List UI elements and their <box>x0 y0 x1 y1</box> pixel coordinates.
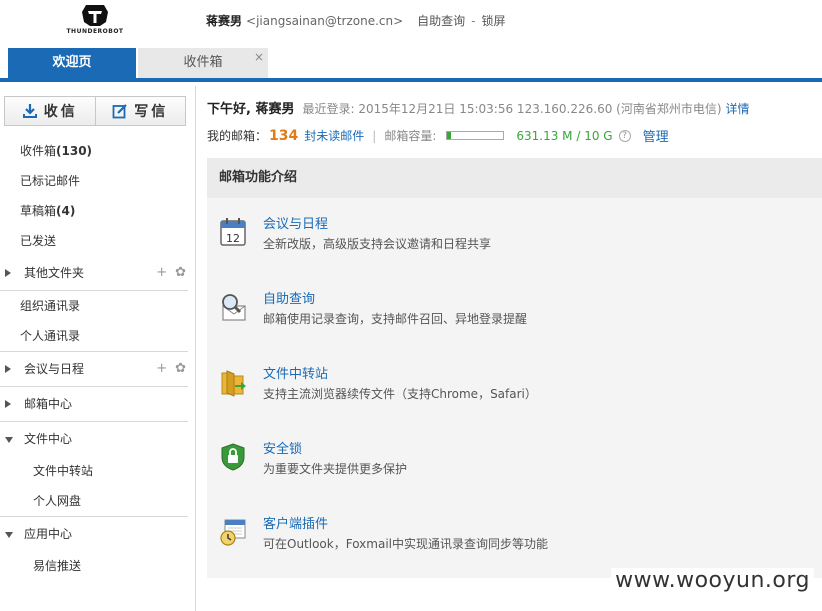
feature-desc: 可在Outlook，Foxmail中实现通讯录查询同步等功能 <box>263 537 548 551</box>
meetings-label: 会议与日程 <box>24 362 85 376</box>
feature-title[interactable]: 自助查询 <box>263 288 315 307</box>
drafts-label: 草稿箱 <box>20 204 57 218</box>
magnifier-mail-icon <box>222 294 246 321</box>
self-query-link[interactable]: 自助查询 <box>417 14 465 28</box>
gear-icon[interactable]: ✿ <box>175 361 186 376</box>
sidebar-nav: 收件箱(130) 已标记邮件 草稿箱(4) 已发送 其他文件夹 + ✿ 组织通讯录… <box>0 136 196 581</box>
sidebar-item-inbox[interactable]: 收件箱(130) <box>0 136 196 166</box>
sidebar-folder-app-center[interactable]: 应用中心 <box>0 517 196 551</box>
capacity-progress-bar <box>446 131 505 140</box>
sidebar-item-personal-contacts[interactable]: 个人通讯录 <box>0 321 196 351</box>
drafts-count: (4) <box>56 204 76 218</box>
lock-screen-link[interactable]: 锁屏 <box>482 14 506 28</box>
mailbox-label: 我的邮箱： <box>207 129 268 143</box>
sidebar-item-personal-disk[interactable]: 个人网盘 <box>0 486 196 516</box>
svg-text:12: 12 <box>226 232 240 245</box>
expand-icon[interactable] <box>5 269 11 277</box>
sidebar-item-sent[interactable]: 已发送 <box>0 226 196 256</box>
capacity-progress-fill <box>447 132 451 139</box>
tab-bar: 欢迎页 收件箱 × <box>0 48 822 82</box>
expand-icon[interactable] <box>5 400 11 408</box>
edit-icon <box>112 104 128 119</box>
feature-title[interactable]: 文件中转站 <box>263 363 328 382</box>
user-email: <jiangsainan@trzone.cn> <box>246 14 404 28</box>
close-icon[interactable]: × <box>254 42 264 72</box>
feature-panel: 邮箱功能介绍 12 会议与日程 全新改版，高级版支持会议邀请和日程共享 自助查询… <box>207 158 822 578</box>
feature-item: 自助查询 邮箱使用记录查询，支持邮件召回、异地登录提醒 <box>207 288 822 348</box>
compose-bar: 收信 写信 <box>4 96 186 126</box>
other-folders-label: 其他文件夹 <box>24 266 85 280</box>
thunderobot-logo[interactable]: THUNDEROBOT <box>60 2 130 38</box>
feature-item: 安全锁 为重要文件夹提供更多保护 <box>207 438 822 498</box>
feature-desc: 为重要文件夹提供更多保护 <box>263 462 408 476</box>
mail-center-label: 邮箱中心 <box>24 397 73 411</box>
tab-inbox[interactable]: 收件箱 × <box>138 48 268 78</box>
tab-welcome[interactable]: 欢迎页 <box>8 48 136 78</box>
user-info: 蒋赛男 <jiangsainan@trzone.cn> 自助查询 - 锁屏 <box>206 12 506 29</box>
sidebar-item-starred[interactable]: 已标记邮件 <box>0 166 196 196</box>
sidebar-folder-mail-center[interactable]: 邮箱中心 <box>0 387 196 421</box>
collapse-icon[interactable] <box>5 437 13 443</box>
header-separator: - <box>471 14 476 28</box>
greeting-line: 下午好, 蒋赛男 最近登录: 2015年12月21日 15:03:56 123.1… <box>207 98 750 117</box>
folder-arrow-icon <box>221 370 246 397</box>
file-center-label: 文件中心 <box>24 432 73 446</box>
separator: | <box>372 128 377 143</box>
sidebar-item-org-contacts[interactable]: 组织通讯录 <box>0 291 196 321</box>
sidebar-folder-other[interactable]: 其他文件夹 + ✿ <box>0 256 196 290</box>
sidebar-item-file-transfer[interactable]: 文件中转站 <box>0 456 196 486</box>
feature-desc: 全新改版，高级版支持会议邀请和日程共享 <box>263 237 492 251</box>
unread-link[interactable]: 封未读邮件 <box>304 127 364 144</box>
sidebar-folder-meetings[interactable]: 会议与日程 + ✿ <box>0 352 196 386</box>
gear-icon[interactable]: ✿ <box>175 265 186 280</box>
help-icon[interactable]: ? <box>618 129 631 142</box>
manage-link[interactable]: 管理 <box>643 126 669 145</box>
add-icon[interactable]: + <box>156 361 167 376</box>
download-icon <box>22 104 37 118</box>
calendar-icon: 12 <box>220 218 246 246</box>
app-center-label: 应用中心 <box>24 527 73 541</box>
collapse-icon[interactable] <box>5 532 13 538</box>
receive-label: 收信 <box>43 104 78 120</box>
sidebar-item-drafts[interactable]: 草稿箱(4) <box>0 196 196 226</box>
receive-button[interactable]: 收信 <box>5 97 95 125</box>
unread-count[interactable]: 134 <box>269 128 298 144</box>
mailbox-summary: 我的邮箱： 134 封未读邮件 | 邮箱容量: 631.13 M / 10 G … <box>207 126 669 146</box>
capacity-text: 631.13 M / 10 G <box>516 128 613 143</box>
feature-item: 文件中转站 支持主流浏览器续传文件（支持Chrome，Safari） <box>207 363 822 423</box>
watermark: www.wooyun.org <box>611 568 814 593</box>
inbox-count: (130) <box>56 144 93 158</box>
feature-title[interactable]: 会议与日程 <box>263 213 328 232</box>
greeting: 下午好, 蒋赛男 <box>207 102 295 117</box>
add-icon[interactable]: + <box>156 265 167 280</box>
sidebar: 收信 写信 收件箱(130) 已标记邮件 草稿箱(4) 已发送 其他文件夹 + ✿… <box>0 86 196 611</box>
sidebar-folder-file-center[interactable]: 文件中心 <box>0 422 196 456</box>
tab-inbox-label: 收件箱 <box>183 55 223 70</box>
calendar-clock-icon <box>220 519 246 546</box>
feature-title[interactable]: 安全锁 <box>263 438 302 457</box>
user-name: 蒋赛男 <box>206 14 243 28</box>
expand-icon[interactable] <box>5 365 11 373</box>
feature-title[interactable]: 客户端插件 <box>263 513 328 532</box>
detail-link[interactable]: 详情 <box>726 102 750 116</box>
feature-item: 12 会议与日程 全新改版，高级版支持会议邀请和日程共享 <box>207 213 822 273</box>
capacity-label: 邮箱容量: <box>384 129 437 143</box>
feature-desc: 邮箱使用记录查询，支持邮件召回、异地登录提醒 <box>263 312 528 326</box>
main-content: 下午好, 蒋赛男 最近登录: 2015年12月21日 15:03:56 123.1… <box>207 86 822 611</box>
inbox-label: 收件箱 <box>20 144 57 158</box>
logo-text: THUNDEROBOT <box>66 28 124 35</box>
last-login: 最近登录: 2015年12月21日 15:03:56 123.160.226.6… <box>302 102 722 116</box>
panel-title: 邮箱功能介绍 <box>207 158 822 198</box>
write-label: 写信 <box>134 104 169 120</box>
sidebar-item-yixin-push[interactable]: 易信推送 <box>0 551 196 581</box>
shield-lock-icon <box>221 443 245 471</box>
feature-desc: 支持主流浏览器续传文件（支持Chrome，Safari） <box>263 387 537 401</box>
feature-item: 客户端插件 可在Outlook，Foxmail中实现通讯录查询同步等功能 <box>207 513 822 573</box>
logo-robot-icon <box>82 5 108 26</box>
write-button[interactable]: 写信 <box>94 97 186 125</box>
header: THUNDEROBOT 蒋赛男 <jiangsainan@trzone.cn> 自助… <box>0 0 822 48</box>
